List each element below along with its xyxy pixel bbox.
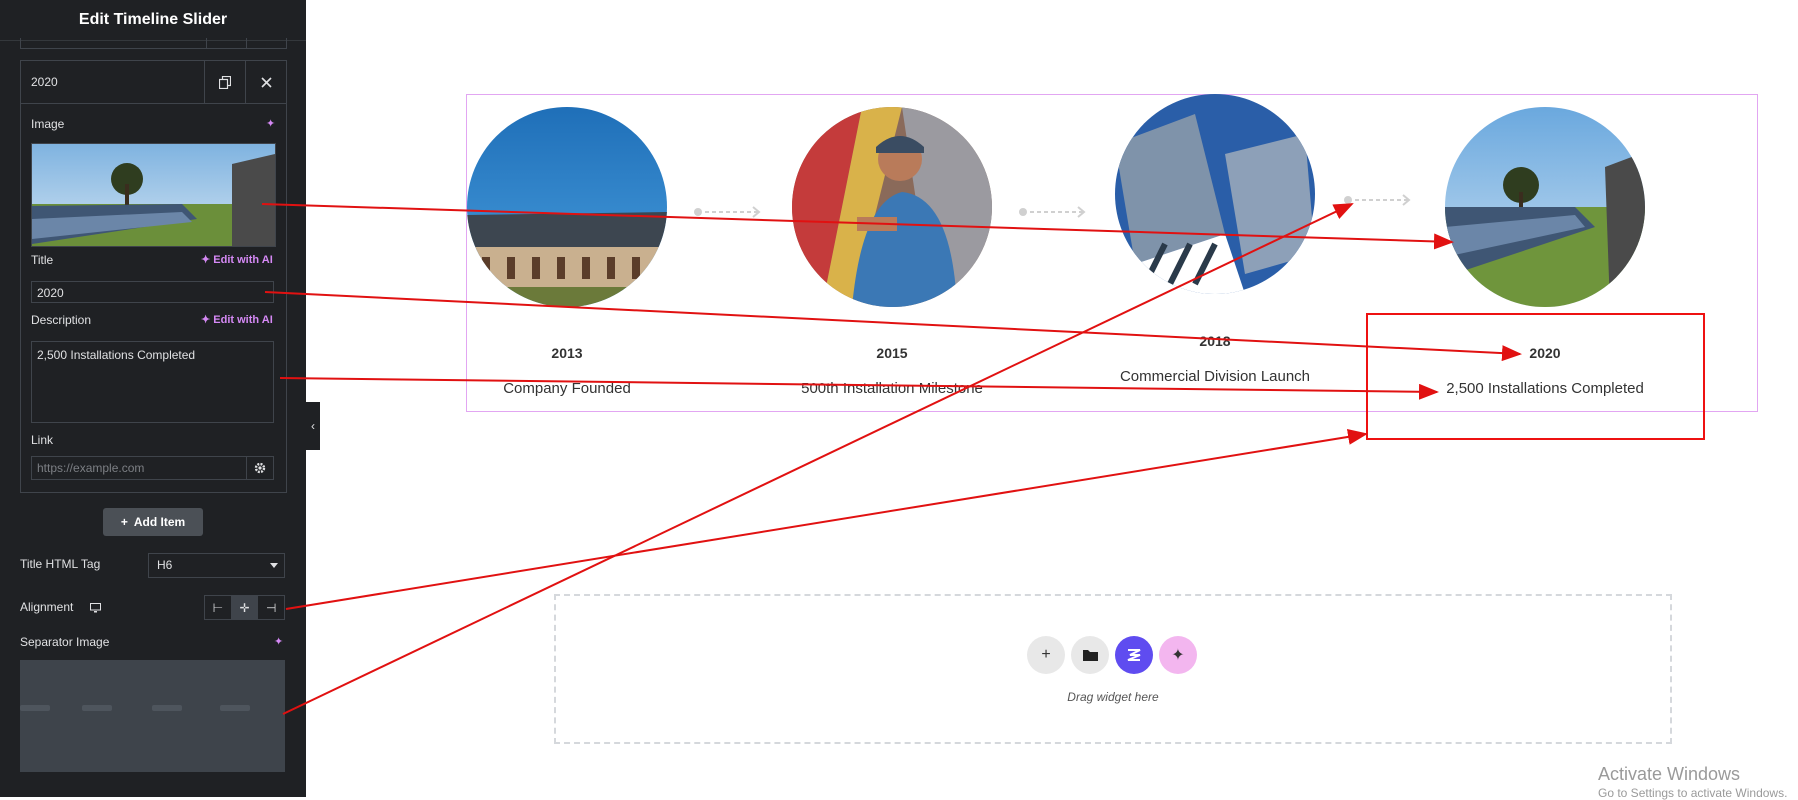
ai-sparkle-icon[interactable]: ✦ <box>266 117 275 130</box>
collapse-panel-button[interactable]: ‹ <box>306 402 320 450</box>
description-label: Description <box>31 313 92 327</box>
divider <box>246 38 247 48</box>
separator-dash <box>82 705 112 711</box>
add-section-button[interactable]: + <box>1027 636 1065 674</box>
separator-arrow <box>694 206 761 218</box>
editor-panel: Edit Timeline Slider 2020 Image ✦ Title … <box>0 0 306 797</box>
panel-title: Edit Timeline Slider <box>0 0 306 41</box>
repeater-item-title[interactable]: 2020 <box>21 75 204 89</box>
timeline-image-2013 <box>467 107 667 307</box>
timeline-image-2020 <box>1445 107 1645 307</box>
add-item-label: Add Item <box>133 515 186 529</box>
title-label: Title <box>31 253 54 267</box>
align-center-icon: ✛ <box>239 600 250 615</box>
align-center-button[interactable]: ✛ <box>231 596 259 619</box>
template-library-button[interactable] <box>1071 636 1109 674</box>
activate-windows-watermark: Activate Windows <box>1598 764 1741 784</box>
align-right-button[interactable]: ⊣ <box>258 596 284 619</box>
edit-with-ai-button[interactable]: ✦ Edit with AI <box>201 313 273 326</box>
ai-sparkle-icon[interactable]: ✦ <box>274 635 283 648</box>
link-label: Link <box>31 433 54 447</box>
plus-icon: + <box>120 515 128 529</box>
widget-drop-zone[interactable]: + ✦ Drag widget here <box>554 594 1672 744</box>
align-end-icon: ⊣ <box>265 600 277 615</box>
timeline-image-2015 <box>792 107 992 307</box>
chevron-down-icon <box>270 563 278 568</box>
description-textarea[interactable]: 2,500 Installations Completed <box>31 341 274 423</box>
separator-image-label: Separator Image <box>20 635 110 649</box>
link-options-button[interactable] <box>246 456 274 480</box>
activate-windows-subtitle: Go to Settings to activate Windows. <box>1598 786 1788 800</box>
divider <box>206 38 207 48</box>
separator-image-preview[interactable] <box>20 660 285 772</box>
desktop-icon[interactable] <box>90 600 101 618</box>
link-input[interactable]: https://example.com <box>31 456 247 480</box>
title-html-tag-value: H6 <box>157 558 173 572</box>
timeline-description: 500th Installation Milestone <box>801 380 983 397</box>
separator-dash <box>220 705 250 711</box>
add-item-button[interactable]: + Add Item <box>103 508 203 536</box>
separator-arrow <box>1344 194 1411 206</box>
separator-dash <box>152 705 182 711</box>
alignment-label: Alignment <box>20 600 74 614</box>
image-preview[interactable] <box>31 143 276 247</box>
folder-icon <box>1082 650 1098 661</box>
repeater-item-header[interactable]: 2020 <box>21 61 286 104</box>
timeline-image-2018 <box>1115 94 1315 294</box>
gear-icon <box>254 462 266 474</box>
timeline-year: 2013 <box>551 345 583 361</box>
align-left-button[interactable]: ⊢ <box>205 596 232 619</box>
separator-arrow <box>1019 206 1086 218</box>
timeline-description: Company Founded <box>503 380 631 397</box>
ai-sparkle-icon: ✦ <box>1171 647 1185 664</box>
timeline-year: 2018 <box>1199 333 1231 349</box>
layers-icon <box>1127 649 1141 661</box>
edit-with-ai-label: Edit with AI <box>213 254 273 266</box>
highlight-box <box>1366 313 1705 440</box>
close-icon <box>260 76 272 88</box>
timeline-description: Commercial Division Launch <box>1119 368 1311 385</box>
alignment-control: ⊢ ✛ ⊣ <box>204 595 285 620</box>
solar-field-image <box>32 144 275 246</box>
edit-with-ai-button[interactable]: ✦ Edit with AI <box>201 253 273 266</box>
chevron-left-icon: ‹ <box>311 419 315 433</box>
image-label: Image <box>31 117 65 131</box>
title-field[interactable]: 2020 <box>31 281 274 303</box>
duplicate-icon <box>219 75 231 89</box>
separator-dash <box>20 705 50 711</box>
align-start-icon: ⊢ <box>212 600 224 615</box>
previous-repeater-item[interactable] <box>20 38 287 49</box>
timeline-year: 2015 <box>876 345 908 361</box>
title-html-tag-label: Title HTML Tag <box>20 557 101 571</box>
repeater-item: 2020 Image ✦ Title ✦ Edit with AI 2020 D… <box>20 60 287 493</box>
title-html-tag-select[interactable]: H6 <box>148 553 285 578</box>
drop-zone-caption: Drag widget here <box>1067 690 1159 704</box>
remove-button[interactable] <box>245 61 286 103</box>
elementor-kit-button[interactable] <box>1115 636 1153 674</box>
duplicate-button[interactable] <box>204 61 245 103</box>
ai-generate-button[interactable]: ✦ <box>1159 636 1197 674</box>
edit-with-ai-label: Edit with AI <box>213 314 273 326</box>
plus-icon: + <box>1041 646 1051 663</box>
annotation-arrow <box>285 428 1368 610</box>
